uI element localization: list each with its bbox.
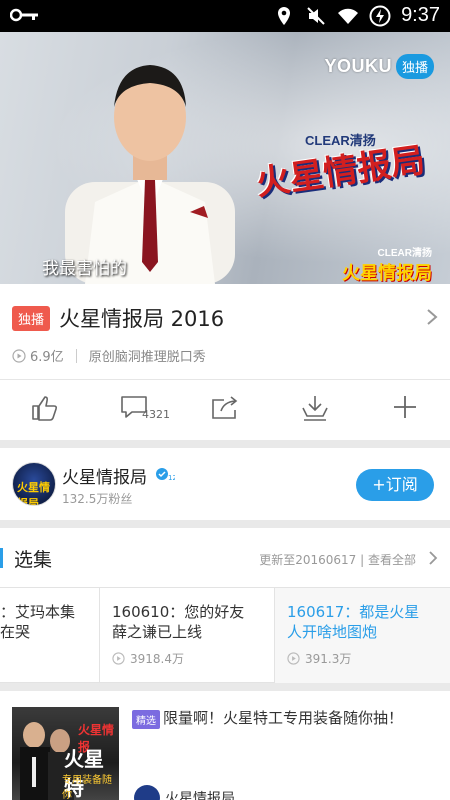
recommendation-item[interactable]: 火星情报 火星特 专用装备随你 精选 限量啊！火星特工专用装备随你抽！ 火星情报…: [0, 691, 450, 800]
show-title-row[interactable]: 独播 火星情报局 2016: [0, 296, 450, 338]
comment-button[interactable]: 4321: [120, 394, 170, 426]
action-bar: 4321: [0, 380, 450, 440]
featured-badge: 精选: [132, 710, 160, 729]
svg-text:12: 12: [168, 474, 175, 482]
watermark-logo: CLEAR清扬 火星情报局: [342, 248, 432, 284]
video-player[interactable]: YOUKU 独播 CLEAR清扬 火星情报局 CLEAR清扬 火星情报局 我最害…: [0, 32, 450, 284]
share-button[interactable]: [210, 394, 250, 426]
key-icon: [9, 7, 40, 27]
episodes-header: 选集 更新至20160617 | 查看全部: [0, 530, 450, 586]
view-count: 6.9亿: [30, 350, 64, 365]
like-button[interactable]: [30, 394, 70, 426]
channel-avatar[interactable]: 火星情报局: [12, 462, 56, 506]
youku-logo: YOUKU 独播: [324, 54, 434, 79]
comment-count: 4321: [142, 408, 170, 421]
subscribe-button[interactable]: +订阅: [356, 469, 434, 501]
plus-icon: [394, 396, 416, 418]
thumbs-up-icon: [32, 396, 58, 421]
download-button[interactable]: [300, 394, 340, 426]
channel-name[interactable]: 火星情报局: [62, 463, 147, 488]
view-all-link[interactable]: 更新至20160617 | 查看全部: [259, 551, 416, 568]
recommendation-thumbnail[interactable]: 火星情报 火星特 专用装备随你: [12, 707, 119, 800]
add-button[interactable]: [392, 394, 432, 426]
host-figure: [65, 65, 235, 284]
play-count-icon: [287, 652, 300, 665]
episode-card[interactable]: ：艾玛本集 在哭 万: [0, 588, 100, 683]
location-icon: [278, 6, 291, 25]
play-count-icon: [112, 652, 125, 665]
clock: 9:37: [401, 4, 440, 26]
episode-card[interactable]: 160610：您的好友 薛之谦已上线 3918.4万: [100, 588, 274, 683]
chevron-right-icon[interactable]: [426, 308, 438, 326]
wifi-icon: [338, 8, 359, 24]
share-icon: [212, 396, 238, 419]
episodes-title: 选集: [14, 549, 53, 571]
episode-list: ：艾玛本集 在哭 万 160610：您的好友 薛之谦已上线 3918.4万 16…: [0, 587, 450, 683]
channel-row[interactable]: 火星情报局 火星情报局 12 132.5万粉丝 +订阅: [0, 450, 450, 520]
battery-charging-icon: [369, 5, 391, 26]
recommendation-author[interactable]: 火星情报局: [165, 788, 235, 800]
verified-icon: 12: [156, 468, 175, 482]
play-count-icon: [12, 348, 26, 363]
author-avatar: [134, 785, 160, 800]
mute-icon: [307, 6, 325, 25]
status-bar: 9:37: [0, 0, 450, 32]
video-subtitle: 我最害怕的: [42, 259, 127, 279]
download-icon: [302, 396, 328, 421]
fan-count: 132.5万粉丝: [62, 492, 133, 506]
episode-card-active[interactable]: 160617：都是火星 人开啥地图炮 391.3万: [275, 588, 450, 683]
chevron-right-icon[interactable]: [428, 550, 438, 566]
show-logo: CLEAR清扬 火星情报局: [253, 133, 428, 204]
show-title: 火星情报局 2016: [59, 307, 225, 331]
show-tagline: 原创脑洞推理脱口秀: [88, 350, 206, 365]
recommendation-title[interactable]: 限量啊！火星特工专用装备随你抽！: [163, 707, 403, 728]
exclusive-badge: 独播: [12, 306, 51, 331]
show-meta: 6.9亿 原创脑洞推理脱口秀: [12, 346, 206, 365]
